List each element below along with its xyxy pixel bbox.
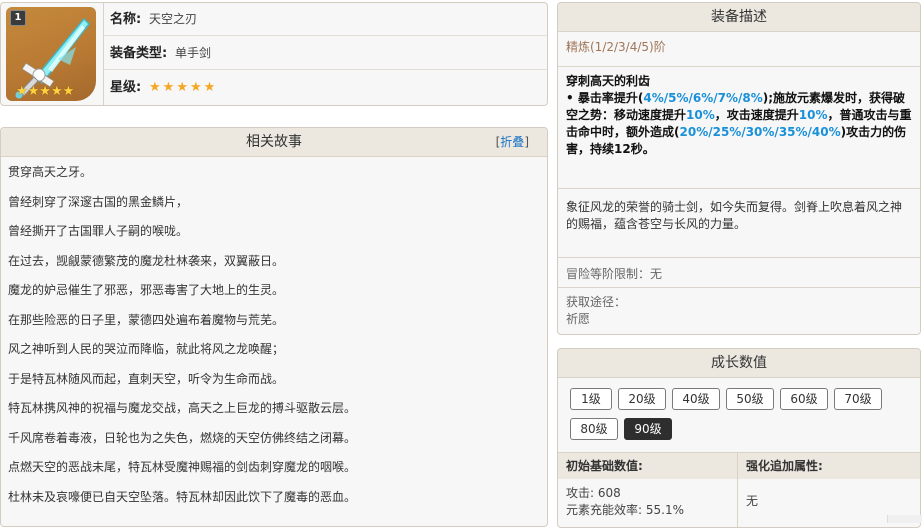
refine-level-badge: 1 (10, 10, 26, 26)
stats-table: 初始基础数值: 强化追加属性: 攻击: 608 元素充能效率: 55.1% 无 (558, 452, 920, 527)
weapon-lore: 象征风龙的荣誉的骑士剑，如今失而复得。剑脊上吹息着风之神的赐福，蕴含苍空与长风的… (558, 188, 920, 247)
passive-value: 10% (686, 108, 715, 122)
fold-toggle[interactable]: [折叠] (496, 128, 529, 156)
growth-title: 成长数值 (711, 355, 767, 371)
story-line: 魔龙的妒忌催生了邪恶，邪恶毒害了大地上的生灵。 (8, 283, 285, 297)
passive-text: • 暴击率提升(4%/5%/6%/7%/8%);施放元素爆发时，获得破空之势：移… (566, 90, 912, 158)
growth-panel: 成长数值 1级 20级 40级 50级 60级 70级 80级 90级 初始基础数值: 强化追… (557, 348, 921, 528)
rarity-label: 星级: (110, 80, 142, 95)
type-row: 装备类型: 单手剑 (104, 37, 547, 70)
source-value: 祈愿 (566, 312, 591, 326)
description-header: 装备描述 (558, 3, 920, 32)
passive-part: ，攻击速度提升 (714, 108, 799, 122)
description-title: 装备描述 (711, 9, 767, 25)
name-row: 名称: 天空之刃 (104, 3, 547, 36)
story-text: 贯穿高天之牙。 曾经刺穿了深邃古国的黑金鳞片， 曾经撕开了古国罪人子嗣的喉咙。 … (1, 157, 547, 517)
weapon-icon-cell: 1 ★★★★★ (1, 3, 104, 105)
name-label: 名称: (110, 12, 142, 27)
atk-stat: 攻击: 608 (566, 486, 621, 500)
passive-part: • 暴击率提升( (566, 91, 644, 105)
level-button-40[interactable]: 40级 (672, 388, 720, 410)
base-stats-header: 初始基础数值: (558, 453, 738, 479)
passive-value: 4%/5%/6%/7%/8% (643, 91, 763, 105)
level-button-60[interactable]: 60级 (780, 388, 828, 410)
passive-effect: 穿刺高天的利齿 • 暴击率提升(4%/5%/6%/7%/8%);施放元素爆发时，… (558, 66, 920, 188)
story-line: 千风席卷着毒液，日轮也为之失色，燃烧的天空仿佛终结之闭幕。 (8, 430, 357, 445)
story-line: 杜林未及哀嚎便已自天空坠落。特瓦林却因此饮下了魔毒的恶血。 (8, 489, 357, 504)
story-line: 风之神听到人民的哭泣而降临，就此将风之龙唤醒； (8, 342, 285, 356)
level-button-80[interactable]: 80级 (570, 418, 618, 440)
energy-recharge-stat: 元素充能效率: 55.1% (566, 503, 684, 517)
level-button-90[interactable]: 90级 (624, 418, 672, 440)
passive-heading: 穿刺高天的利齿 (566, 74, 651, 88)
fold-bracket-close: ] (524, 135, 529, 149)
refine-selector[interactable]: 精炼(1/2/3/4/5)阶 (558, 32, 920, 60)
growth-header: 成长数值 (558, 349, 920, 378)
passive-value: 10% (798, 108, 828, 122)
story-line: 曾经刺穿了深邃古国的黑金鳞片， (8, 194, 189, 209)
story-line: 于是特瓦林随风而起，直刺天空，听令为生命而战。 (8, 371, 285, 386)
story-panel: 相关故事 [折叠] 贯穿高天之牙。 曾经刺穿了深邃古国的黑金鳞片， 曾经撕开了古… (0, 127, 548, 527)
base-stats-cell: 攻击: 608 元素充能效率: 55.1% (558, 479, 738, 527)
bonus-stats-header: 强化追加属性: (738, 453, 920, 479)
level-button-20[interactable]: 20级 (618, 388, 666, 410)
passive-value: 20%/25%/30%/35%/40% (679, 125, 841, 139)
weapon-info-card: 1 ★★★★★ 名称: 天空之刃 装备类型: 单手剑 星级: ★★★★★ (0, 2, 548, 106)
story-header: 相关故事 [折叠] (1, 128, 547, 157)
story-line: 在过去，觊觎蒙德繁茂的魔龙杜林袭来，双翼蔽日。 (8, 253, 285, 268)
level-button-50[interactable]: 50级 (726, 388, 774, 410)
story-line: 特瓦林携风神的祝福与魔龙交战，高天之上巨龙的搏斗驱散云层。 (8, 401, 357, 415)
name-value: 天空之刃 (149, 12, 198, 26)
story-line: 贯穿高天之牙。 (8, 165, 93, 179)
thumbnail-stars: ★★★★★ (16, 84, 75, 99)
level-selector: 1级 20级 40级 50级 60级 70级 80级 90级 (558, 378, 920, 448)
description-panel: 装备描述 精炼(1/2/3/4/5)阶 穿刺高天的利齿 • 暴击率提升(4%/5… (557, 2, 921, 335)
type-label: 装备类型: (110, 46, 168, 61)
story-line: 点燃天空的恶战未尾，特瓦林受魔神赐福的剑齿刺穿魔龙的咽喉。 (8, 460, 357, 474)
scrollbar-corner (887, 515, 922, 523)
bonus-stats-cell: 无 (746, 494, 759, 508)
story-line: 在那些险恶的日子里，蒙德四处遍布着魔物与荒芜。 (8, 312, 285, 327)
source-label: 获取途径： (566, 295, 627, 309)
weapon-thumbnail: 1 ★★★★★ (6, 7, 96, 101)
rarity-stars: ★★★★★ (149, 80, 218, 95)
level-button-1[interactable]: 1级 (570, 388, 612, 410)
type-value: 单手剑 (175, 46, 212, 60)
rarity-row: 星级: ★★★★★ (104, 71, 547, 104)
story-title: 相关故事 (246, 134, 302, 150)
acquisition: 获取途径： 祈愿 (558, 287, 920, 328)
fold-link[interactable]: 折叠 (500, 135, 524, 149)
level-button-70[interactable]: 70级 (834, 388, 882, 410)
level-limit: 冒险等阶限制：无 (558, 257, 920, 287)
story-line: 曾经撕开了古国罪人子嗣的喉咙。 (8, 224, 189, 238)
